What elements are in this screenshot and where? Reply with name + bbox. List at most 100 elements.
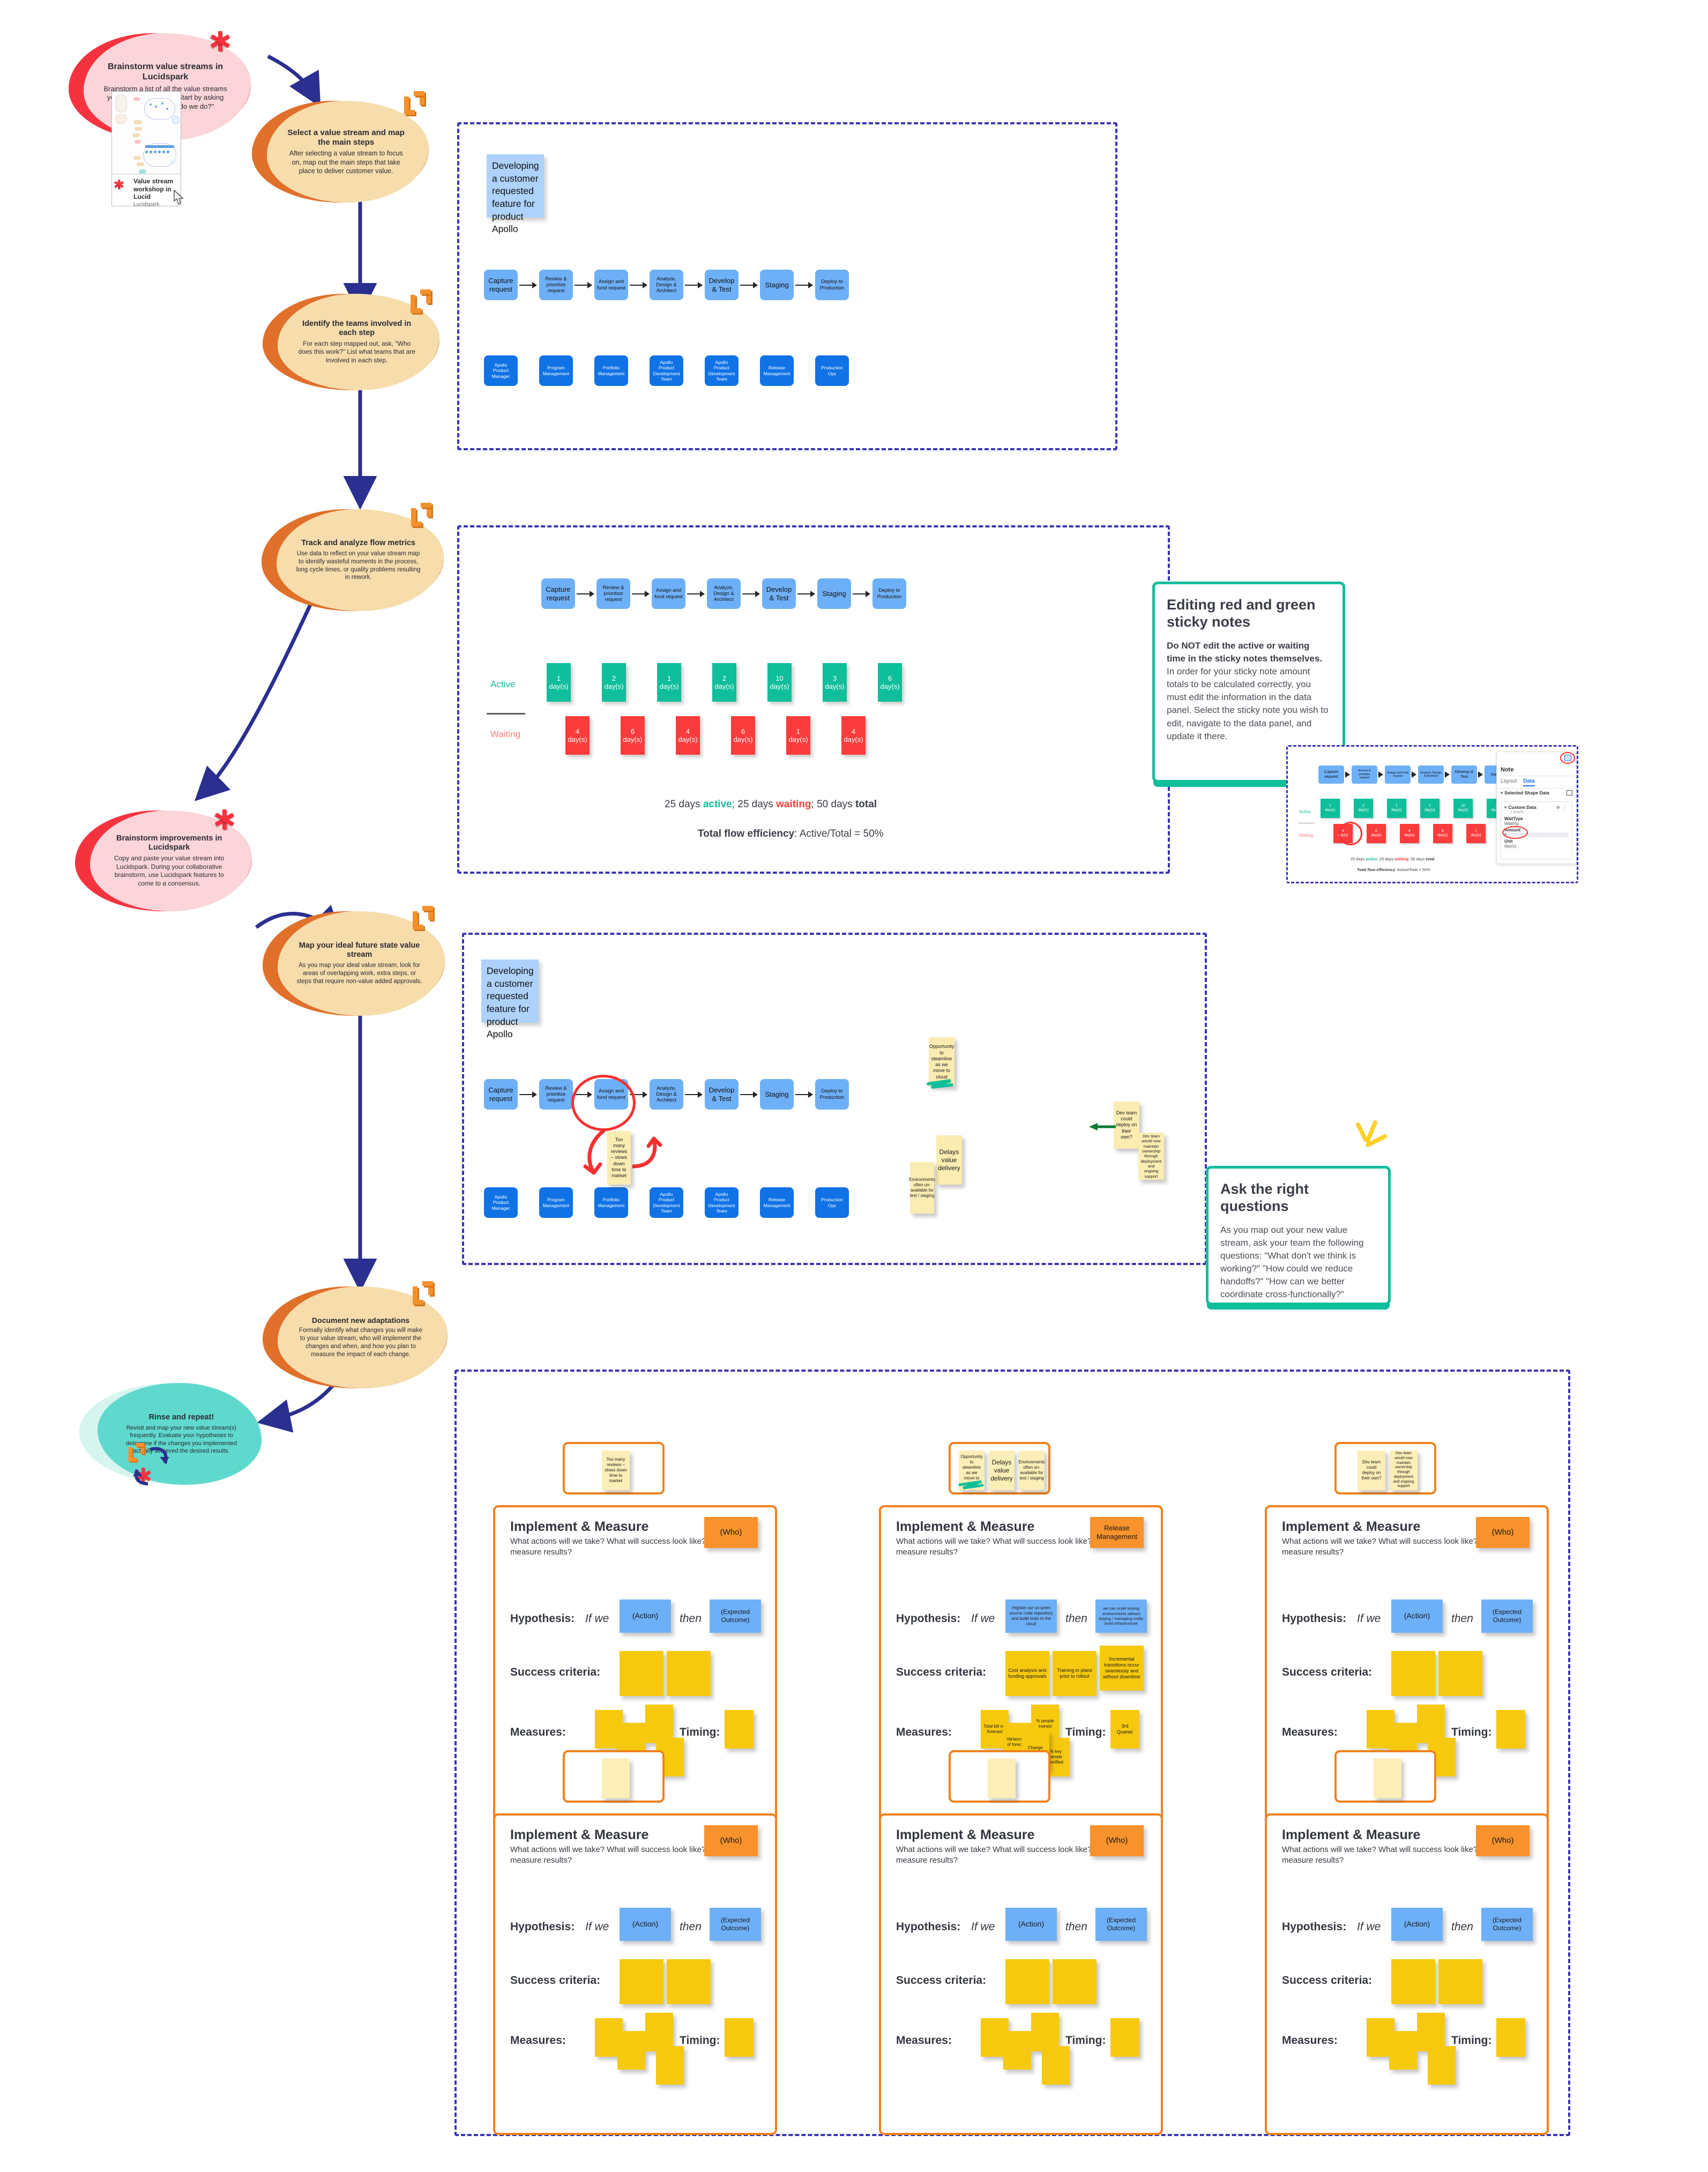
team-1[interactable]: Apollo Product Manager <box>484 355 518 386</box>
active-chip-2[interactable]: 2 day(s) <box>602 663 626 702</box>
outcome-sticky-note[interactable]: (Expected Outcome) <box>710 1600 761 1633</box>
timing-sticky-note[interactable] <box>725 2018 754 2057</box>
team-5[interactable]: Apollo Product Development Team <box>705 355 739 386</box>
measure-sticky-note[interactable] <box>1389 2031 1417 2070</box>
active-chip-3[interactable]: 1 day(s) <box>657 663 681 702</box>
who-sticky-note[interactable]: (Who) <box>704 1825 758 1856</box>
sticky-note-too-many-reviews[interactable]: Too many reviews – slows down time to ma… <box>607 1131 631 1185</box>
source-sticky-note[interactable] <box>602 1759 630 1798</box>
process-step-3[interactable]: Assign and fund request <box>594 270 628 300</box>
action-sticky-note[interactable]: migrate our on-prem source code reposito… <box>1005 1600 1057 1633</box>
process-step-1[interactable]: Capture request <box>541 578 575 609</box>
success-sticky-note[interactable] <box>1391 1651 1435 1696</box>
chevron-down-icon[interactable]: ▾ <box>1504 805 1506 810</box>
more-icon[interactable]: ⋮ <box>1563 805 1568 810</box>
team-3[interactable]: Portfolio Management <box>594 355 628 386</box>
who-sticky-note[interactable]: Release Management <box>1090 1517 1144 1548</box>
team-4[interactable]: Apollo Product Development Team <box>650 1187 683 1218</box>
outcome-sticky-note[interactable]: (Expected Outcome) <box>1481 1600 1533 1633</box>
outcome-sticky-note[interactable]: (Expected Outcome) <box>1095 1908 1147 1941</box>
waiting-chip-2[interactable]: 6 day(s) <box>621 716 645 755</box>
success-sticky-note[interactable] <box>1053 1959 1097 2004</box>
success-sticky-note[interactable] <box>620 1651 663 1696</box>
process-step-4[interactable]: Analyze, Design & Architect <box>650 270 683 300</box>
who-sticky-note[interactable]: (Who) <box>704 1517 758 1548</box>
team-1[interactable]: Apollo Product Manager <box>484 1187 518 1218</box>
success-sticky-note[interactable] <box>667 1651 711 1696</box>
success-sticky-note[interactable] <box>1438 1651 1482 1696</box>
team-3[interactable]: Portfolio Management <box>594 1187 628 1218</box>
sticky-note-delays-value-delivery[interactable]: Delays value delivery <box>936 1135 962 1185</box>
process-step-1[interactable]: Capture request <box>484 1079 518 1110</box>
active-chip-4[interactable]: 2 day(s) <box>712 663 736 702</box>
outcome-sticky-note[interactable]: we can scale testing environments withou… <box>1095 1600 1147 1633</box>
measure-sticky-note[interactable] <box>656 2046 684 2085</box>
tab-layout[interactable]: Layout <box>1501 778 1517 786</box>
source-sticky-note[interactable]: Dev team would now maintain ownership th… <box>1390 1451 1418 1490</box>
team-2[interactable]: Program Management <box>539 355 573 386</box>
who-sticky-note[interactable]: (Who) <box>1476 1517 1530 1548</box>
action-sticky-note[interactable]: (Action) <box>620 1908 671 1941</box>
timing-sticky-note[interactable]: 3rd Quarter <box>1110 1710 1139 1749</box>
process-step-4[interactable]: Analyze, Design & Architect <box>707 578 741 609</box>
process-step-7[interactable]: Deploy to Production <box>872 578 906 609</box>
success-sticky-note[interactable]: Incremental transitions occur seamlessly… <box>1100 1646 1144 1691</box>
active-chip-7[interactable]: 6 day(s) <box>878 663 902 702</box>
panel-section-header[interactable]: ▾ Selected Shape Data <box>1497 789 1576 798</box>
process-step-5[interactable]: Develop & Test <box>705 270 739 300</box>
success-sticky-note[interactable] <box>1391 1959 1435 2004</box>
process-step-3[interactable]: Assign and fund request <box>652 578 685 609</box>
source-sticky-note[interactable] <box>988 1759 1016 1798</box>
waiting-chip-4[interactable]: 6 day(s) <box>731 716 755 755</box>
source-sticky-note[interactable]: Environments often un-available for test… <box>1019 1451 1045 1490</box>
sticky-note-dev-team-ownership[interactable]: Dev team would now maintain ownership th… <box>1138 1133 1164 1180</box>
action-sticky-note[interactable]: (Action) <box>1005 1908 1057 1941</box>
team-6[interactable]: Release Management <box>760 355 794 386</box>
source-sticky-note[interactable] <box>1374 1759 1401 1798</box>
source-sticky-note[interactable]: Dev team could deploy on their own? <box>1358 1451 1385 1490</box>
outcome-sticky-note[interactable]: (Expected Outcome) <box>1481 1908 1533 1941</box>
success-sticky-note[interactable] <box>1438 1959 1482 2004</box>
process-step-7[interactable]: Deploy to Production <box>815 270 849 300</box>
success-sticky-note[interactable] <box>1005 1959 1049 2004</box>
outcome-sticky-note[interactable]: (Expected Outcome) <box>710 1908 761 1941</box>
sticky-note-environments-unavailable[interactable]: Environments often un-available for test… <box>909 1162 935 1214</box>
success-sticky-note[interactable] <box>667 1959 711 2004</box>
measure-sticky-note[interactable] <box>617 2031 645 2070</box>
who-sticky-note[interactable]: (Who) <box>1090 1825 1144 1856</box>
team-4[interactable]: Apollo Product Development Team <box>650 355 683 386</box>
who-sticky-note[interactable]: (Who) <box>1476 1825 1530 1856</box>
process-step-4[interactable]: Analyze, Design & Architect <box>650 1079 683 1110</box>
process-step-6[interactable]: Staging <box>817 578 851 609</box>
table-icon[interactable] <box>1567 790 1572 795</box>
team-7[interactable]: Production Ops <box>815 1187 849 1218</box>
custom-data-header[interactable]: ▾ Custom Data ⊕ ⋮ <box>1504 805 1569 810</box>
waiting-chip-6[interactable]: 4 day(s) <box>841 716 866 755</box>
active-chip-5[interactable]: 10 day(s) <box>767 663 792 702</box>
process-step-2[interactable]: Review & prioritize request <box>596 578 630 609</box>
process-step-6[interactable]: Staging <box>760 270 794 300</box>
chevron-down-icon[interactable]: ▾ <box>1501 790 1503 795</box>
timing-sticky-note[interactable] <box>1496 1710 1525 1749</box>
team-7[interactable]: Production Ops <box>815 355 849 386</box>
process-step-2[interactable]: Review & prioritize request <box>539 1079 573 1110</box>
timing-sticky-note[interactable] <box>1110 2018 1139 2057</box>
source-sticky-note[interactable]: Delays value delivery <box>989 1451 1015 1490</box>
timing-sticky-note[interactable] <box>1496 2018 1525 2057</box>
success-sticky-note[interactable] <box>620 1959 663 2004</box>
waiting-chip-3[interactable]: 4 day(s) <box>676 716 700 755</box>
process-step-2[interactable]: Review & prioritize request <box>539 270 573 300</box>
tab-data[interactable]: Data <box>1523 778 1535 786</box>
shape-data-panel[interactable]: Note Layout Data ▾ Selected Shape Data ▾ C… <box>1496 752 1577 864</box>
process-step-1[interactable]: Capture request <box>484 270 518 300</box>
process-step-5[interactable]: Develop & Test <box>705 1079 739 1110</box>
add-icon[interactable]: ⊕ <box>1556 805 1560 810</box>
waiting-chip-5[interactable]: 1 day(s) <box>786 716 810 755</box>
process-step-5[interactable]: Develop & Test <box>762 578 796 609</box>
active-chip-1[interactable]: 1 day(s) <box>547 663 571 702</box>
waiting-chip-1[interactable]: 4 day(s) <box>565 716 590 755</box>
action-sticky-note[interactable]: (Action) <box>620 1600 671 1633</box>
success-sticky-note[interactable]: Cost analysis and funding approvals <box>1005 1651 1049 1696</box>
measure-sticky-note[interactable] <box>1003 2031 1031 2070</box>
team-5[interactable]: Apollo Product Development Team <box>705 1187 739 1218</box>
